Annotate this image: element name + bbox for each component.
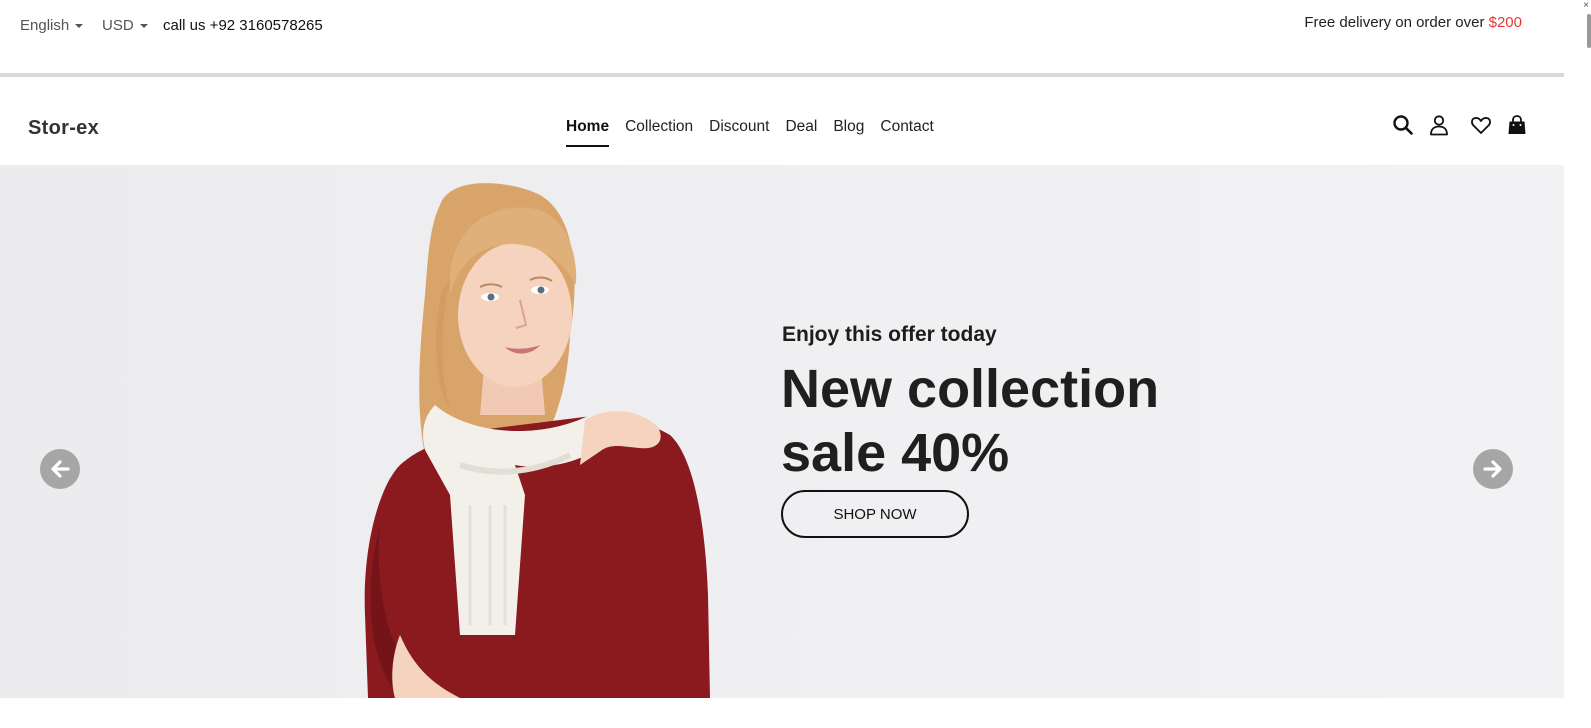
nav-link-blog[interactable]: Blog [833,118,864,136]
currency-label: USD [102,17,134,34]
page-scrollbar[interactable]: × [1564,0,1591,728]
nav-link-discount[interactable]: Discount [709,118,769,136]
scrollbar-thumb[interactable] [1587,14,1591,48]
nav-link-deal[interactable]: Deal [785,118,817,136]
nav-actions [1392,114,1528,136]
currency-select[interactable]: USD [102,17,148,34]
slider-prev-button[interactable] [40,449,80,489]
user-icon[interactable] [1428,114,1450,136]
hero-model-image [364,183,710,698]
hero-subtitle: Enjoy this offer today [782,323,997,346]
search-icon[interactable] [1392,114,1414,136]
arrow-left-icon [51,460,70,478]
chevron-down-icon [139,24,148,28]
nav-link-contact[interactable]: Contact [880,118,933,136]
nav-link-collection[interactable]: Collection [625,118,693,136]
slider-next-button[interactable] [1473,449,1513,489]
chevron-down-icon [75,24,84,28]
language-label: English [20,17,70,34]
main-navbar: Stor-ex Home Collection Discount Deal Bl… [0,77,1564,165]
hero-title-line-1: New collection [781,359,1160,419]
close-icon[interactable]: × [1583,0,1589,11]
shopping-bag-icon[interactable] [1506,114,1528,136]
promo-text: Free delivery on order over [1304,14,1489,31]
top-bar: English USD call us +92 3160578265 Free … [0,0,1564,74]
promo-amount: $200 [1488,14,1522,31]
hero-title: New collection sale 40% [781,357,1301,485]
nav-menu: Home Collection Discount Deal Blog Conta… [566,118,934,147]
hero-slider: Enjoy this offer today New collection sa… [0,165,1564,698]
site-logo[interactable]: Stor-ex [28,117,99,140]
free-delivery-notice: Free delivery on order over $200 [1304,14,1522,31]
language-select[interactable]: English [20,17,84,34]
nav-link-home[interactable]: Home [566,118,610,147]
phone-contact: call us +92 3160578265 [163,17,323,34]
hero-title-line-2: sale 40% [781,423,1010,483]
arrow-right-icon [1483,460,1502,478]
shop-now-button[interactable]: SHOP NOW [781,490,969,538]
heart-icon[interactable] [1470,114,1492,136]
